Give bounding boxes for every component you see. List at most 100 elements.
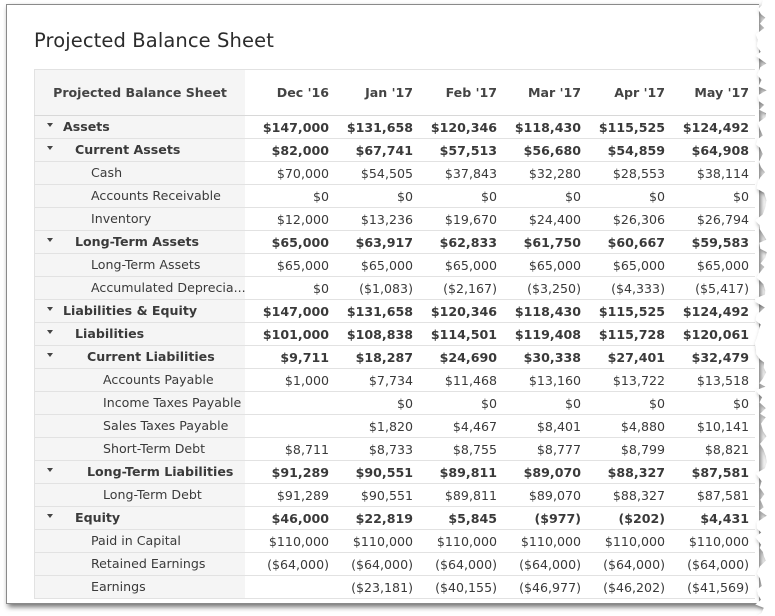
value-cell: $0: [419, 391, 503, 415]
column-header-label[interactable]: Projected Balance Sheet: [34, 69, 245, 116]
value-cell: $46,000: [245, 506, 335, 530]
table-row[interactable]: Cash $70,000 $54,505 $37,843 $32,280 $28,553 $…: [34, 161, 755, 185]
caret-down-icon[interactable]: [47, 514, 53, 518]
value-cell: $8,711: [245, 437, 335, 461]
table-row[interactable]: Current Assets $82,000 $67,741 $57,513 $56,6…: [34, 138, 755, 162]
value-cell: $60,667: [587, 230, 671, 254]
value-cell: $65,000: [587, 253, 671, 277]
page-title: Projected Balance Sheet: [34, 29, 274, 52]
value-cell: $115,525: [587, 299, 671, 323]
table-row[interactable]: Long-Term Assets $65,000 $63,917 $62,833 $61…: [34, 230, 755, 254]
table-row[interactable]: Accumulated Deprecia... $0 ($1,083) ($2,167…: [34, 276, 755, 300]
table-row[interactable]: Liabilities & Equity $147,000 $131,658 $120…: [34, 299, 755, 323]
value-cell: $65,000: [245, 253, 335, 277]
table-row[interactable]: Inventory $12,000 $13,236 $19,670 $24,400 $26…: [34, 207, 755, 231]
value-cell: $0: [419, 184, 503, 208]
value-cell: ($3,250): [503, 276, 587, 300]
column-header-jan-17[interactable]: Jan '17: [335, 69, 419, 116]
row-label: Accounts Payable: [103, 372, 214, 387]
row-label: Accounts Receivable: [91, 188, 221, 203]
table-row[interactable]: Accounts Payable $1,000 $7,734 $11,468 $13,1…: [34, 368, 755, 392]
table-row[interactable]: Income Taxes Payable $0 $0 $0 $0 $0: [34, 391, 755, 415]
value-cell: $120,061: [671, 322, 755, 346]
value-cell: $65,000: [671, 253, 755, 277]
value-cell: ($46,202): [587, 575, 671, 599]
caret-down-icon[interactable]: [47, 146, 53, 150]
table-row[interactable]: Retained Earnings ($64,000) ($64,000) ($64,…: [34, 552, 755, 576]
table-row[interactable]: Current Liabilities $9,711 $18,287 $24,690 $…: [34, 345, 755, 369]
caret-down-icon[interactable]: [47, 123, 53, 127]
column-header-feb-17[interactable]: Feb '17: [419, 69, 503, 116]
balance-sheet-table: Projected Balance Sheet Dec '16 Jan '17 …: [34, 69, 755, 599]
caret-down-icon[interactable]: [47, 238, 53, 242]
value-cell: $4,467: [419, 414, 503, 438]
row-label: Long-Term Debt: [103, 487, 202, 502]
value-cell: $82,000: [245, 138, 335, 162]
caret-down-icon[interactable]: [47, 307, 53, 311]
row-label: Sales Taxes Payable: [103, 418, 229, 433]
value-cell: $8,777: [503, 437, 587, 461]
value-cell: $65,000: [503, 253, 587, 277]
value-cell: ($64,000): [503, 552, 587, 576]
caret-down-icon[interactable]: [47, 330, 53, 334]
table-row[interactable]: Accounts Receivable $0 $0 $0 $0 $0 $0: [34, 184, 755, 208]
row-label-cell: Cash: [34, 161, 245, 185]
column-header-dec-16[interactable]: Dec '16: [245, 69, 335, 116]
value-cell: $118,430: [503, 115, 587, 139]
value-cell: $0: [587, 391, 671, 415]
column-header-apr-17[interactable]: Apr '17: [587, 69, 671, 116]
value-cell: $13,722: [587, 368, 671, 392]
row-label-cell: Retained Earnings: [34, 552, 245, 576]
value-cell: $26,794: [671, 207, 755, 231]
value-cell: $89,811: [419, 460, 503, 484]
column-header-mar-17[interactable]: Mar '17: [503, 69, 587, 116]
row-label: Inventory: [91, 211, 152, 226]
table-row[interactable]: Sales Taxes Payable $1,820 $4,467 $8,401 $4,…: [34, 414, 755, 438]
value-cell: $0: [245, 276, 335, 300]
value-cell: $118,430: [503, 299, 587, 323]
column-header-may-17[interactable]: May '17: [671, 69, 755, 116]
caret-down-icon[interactable]: [47, 353, 53, 357]
row-label-cell: Long-Term Assets: [34, 230, 245, 254]
value-cell: $37,843: [419, 161, 503, 185]
table-row[interactable]: Liabilities $101,000 $108,838 $114,501 $119,…: [34, 322, 755, 346]
value-cell: [245, 575, 335, 599]
table-row[interactable]: Equity $46,000 $22,819 $5,845 ($977) ($202) $4…: [34, 506, 755, 530]
table-row[interactable]: Long-Term Liabilities $91,289 $90,551 $89,8…: [34, 460, 755, 484]
value-cell: $0: [335, 184, 419, 208]
table-row[interactable]: Assets $147,000 $131,658 $120,346 $118,430 $1…: [34, 115, 755, 139]
table-row[interactable]: Long-Term Debt $91,289 $90,551 $89,811 $89,0…: [34, 483, 755, 507]
value-cell: ($2,167): [419, 276, 503, 300]
balance-sheet-panel: Projected Balance Sheet Projected Balanc…: [6, 4, 759, 604]
row-label: Cash: [91, 165, 123, 180]
value-cell: $11,468: [419, 368, 503, 392]
table-row[interactable]: Long-Term Assets $65,000 $65,000 $65,000 $65…: [34, 253, 755, 277]
value-cell: $110,000: [587, 529, 671, 553]
row-label: Current Liabilities: [87, 349, 215, 364]
value-cell: ($4,333): [587, 276, 671, 300]
row-label: Accumulated Deprecia...: [91, 280, 246, 295]
value-cell: $65,000: [335, 253, 419, 277]
value-cell: $108,838: [335, 322, 419, 346]
table-row[interactable]: Short-Term Debt $8,711 $8,733 $8,755 $8,777 $…: [34, 437, 755, 461]
row-label-cell: Long-Term Debt: [34, 483, 245, 507]
value-cell: $5,845: [419, 506, 503, 530]
value-cell: $13,518: [671, 368, 755, 392]
row-label: Earnings: [91, 579, 146, 594]
table-row[interactable]: Earnings ($23,181) ($40,155) ($46,977) ($46,…: [34, 575, 755, 599]
value-cell: $120,346: [419, 299, 503, 323]
value-cell: $120,346: [419, 115, 503, 139]
table-row[interactable]: Paid in Capital $110,000 $110,000 $110,000 $…: [34, 529, 755, 553]
value-cell: $147,000: [245, 299, 335, 323]
row-label: Equity: [75, 510, 121, 525]
value-cell: ($1,083): [335, 276, 419, 300]
value-cell: [245, 391, 335, 415]
value-cell: $56,680: [503, 138, 587, 162]
row-label: Liabilities: [75, 326, 145, 341]
caret-down-icon[interactable]: [47, 468, 53, 472]
value-cell: $110,000: [671, 529, 755, 553]
row-label: Liabilities & Equity: [63, 303, 198, 318]
row-label-cell: Accounts Payable: [34, 368, 245, 392]
value-cell: $101,000: [245, 322, 335, 346]
value-cell: $90,551: [335, 460, 419, 484]
